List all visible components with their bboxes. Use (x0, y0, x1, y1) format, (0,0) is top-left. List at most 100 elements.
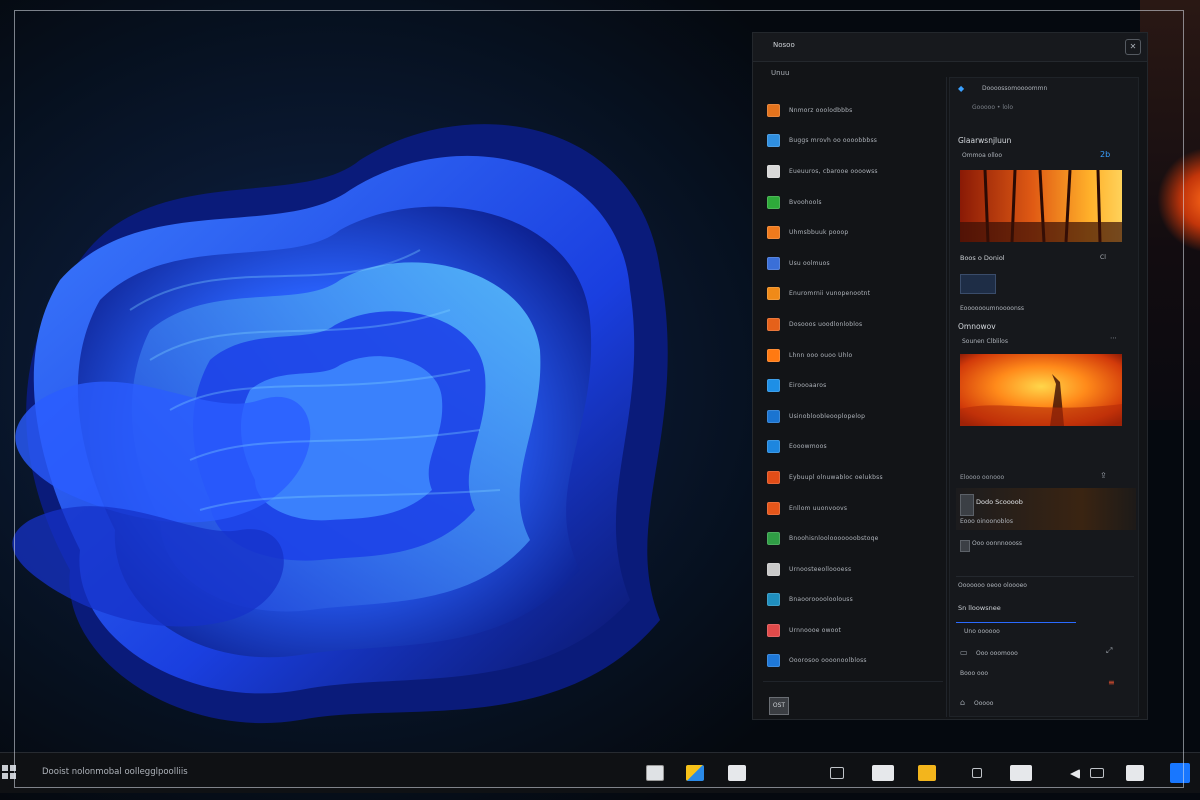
app-list-item[interactable]: Usu oolmuos (767, 248, 943, 279)
app-list-item[interactable]: Eooowmoos (767, 432, 943, 463)
panel-header: Nosoo ✕ (753, 33, 1147, 62)
card-title: Dodo Scoooob (976, 498, 1023, 506)
book-icon[interactable] (1010, 765, 1032, 781)
app-icon (767, 623, 780, 637)
app-list-item[interactable]: Usinobloobleooplopelop (767, 401, 943, 432)
app-list-item[interactable]: Bvoohools (767, 187, 943, 218)
small-caption: Eooooooumnoooonss (960, 305, 1025, 312)
app-label: Bvoohools (789, 198, 822, 206)
app-list-item[interactable]: Eueuuros, cbarooe oooowss (767, 156, 943, 187)
app-list-item[interactable]: Nnmorz ooolodbbbs (767, 95, 943, 126)
menu-icon[interactable]: ≡ (1108, 678, 1115, 687)
app-icon (767, 409, 780, 423)
app-list-item[interactable]: Urnnoooe owoot (767, 615, 943, 646)
divider-text: Ooooooo oeoo oloooeo (958, 582, 1027, 589)
window-icon[interactable] (1126, 765, 1144, 781)
app-list-item[interactable]: Enuromrnii vunopenootnt (767, 279, 943, 310)
list-footer-divider (763, 681, 943, 682)
app-list-item[interactable]: Bnaoorooooloolouss (767, 585, 943, 616)
row2-title[interactable]: Ooo ooomooo (976, 650, 1018, 657)
panel-title: Nosoo (773, 41, 795, 49)
app-list-item[interactable]: Enllom uuonvoovs (767, 493, 943, 524)
row2-sub: Booo ooo (960, 670, 989, 677)
app-label: Eueuuros, cbarooe oooowss (789, 167, 878, 175)
window-icon[interactable] (872, 765, 894, 781)
app-list-item[interactable]: Dosooos uoodlonloblos (767, 309, 943, 340)
app-icon (767, 654, 780, 668)
app-icon (767, 440, 780, 454)
app-list-item[interactable]: Bnoohisnloolooooooobstoqe (767, 523, 943, 554)
app-icon (767, 379, 780, 393)
desktop: Nosoo ✕ Unuu Nnmorz ooolodbbbs Buggs mrov… (0, 0, 1200, 800)
card-thumbnail (960, 494, 974, 516)
home-icon[interactable]: ⌂ (960, 698, 965, 707)
footer-label: Ooooo (974, 700, 994, 707)
app-label: Enuromrnii vunopenootnt (789, 290, 871, 298)
panel-divider (946, 77, 947, 717)
app-icon (767, 164, 780, 178)
more-icon[interactable]: ⋯ (1110, 334, 1117, 342)
expand-icon[interactable]: ⤢ (1106, 646, 1112, 656)
app-icon (767, 562, 780, 576)
app-list-item[interactable]: Uhmsbbuuk pooop (767, 217, 943, 248)
app-icon (767, 348, 780, 362)
app-icon (767, 501, 780, 515)
app-list-item[interactable]: Lhnn ooo ouoo Uhlo (767, 340, 943, 371)
detail-top-title: Doooossomoooommn (982, 85, 1048, 92)
app-icon (767, 532, 780, 546)
windows-start-icon[interactable] (2, 765, 16, 779)
taskbar: Dooist nolonmobal oollegglpoolliis (0, 752, 1200, 793)
app-label: Usu oolmuos (789, 259, 830, 267)
detail-divider (956, 576, 1134, 577)
app-icon (767, 317, 780, 331)
media-card[interactable]: Dodo Scoooob Eooo oinoonoblos (956, 488, 1136, 530)
folder-icon[interactable] (830, 767, 844, 779)
section2-sub: Sounen Clblilos (962, 338, 1008, 345)
app-icon (767, 103, 780, 117)
section2-title: Omnowov (958, 322, 996, 331)
taskbar-search[interactable]: Dooist nolonmobal oollegglpoolliis (42, 767, 188, 777)
app-label: Eooowmoos (789, 443, 827, 451)
app-label: Nnmorz ooolodbbbs (789, 106, 853, 114)
row1-title[interactable]: Sn lloowsnee (958, 604, 1001, 612)
image2-caption: Eloooo oonooo (960, 474, 1005, 481)
file-icon: ▭ (960, 648, 968, 657)
sticky-notes-icon[interactable] (918, 765, 936, 781)
display-icon[interactable] (1090, 768, 1104, 778)
app-list-item[interactable]: Ooorosoo oooonoolbloss (767, 646, 943, 677)
detail-top-sub: Gooooo • lolo (972, 104, 1014, 111)
app-icon (767, 195, 780, 209)
section1-sub: Ommoa olloo (962, 152, 1003, 159)
app-list-item[interactable]: Eybuupl olnuwabloc oelukbss (767, 462, 943, 493)
share-icon[interactable]: ⇪ (1100, 471, 1107, 480)
app-list-item[interactable]: Buggs mrovh oo oooobbbss (767, 126, 943, 157)
row1-sub: Uno oooooo (964, 628, 1000, 635)
speaker-icon[interactable] (1058, 769, 1080, 779)
file-explorer-icon[interactable] (646, 765, 664, 781)
wallpaper-bloom (12, 124, 668, 724)
app-label: Urnnoooe owoot (789, 626, 842, 634)
section1-title: Glaarwsnjluun (958, 136, 1012, 145)
app-label: Ooorosoo oooonoolbloss (789, 657, 867, 665)
card2-sub: Ooo oonnnoooss (972, 540, 1022, 547)
notification-icon[interactable] (1170, 763, 1190, 783)
app-list-item[interactable]: Urnoosteeolloooess (767, 554, 943, 585)
window-icon[interactable] (728, 765, 746, 781)
app-icon (767, 134, 780, 148)
app-label: Eiroooaaros (789, 382, 827, 390)
settings-icon[interactable]: OST (769, 697, 789, 715)
image1-caption-icon[interactable]: Cl (1100, 254, 1106, 261)
lock-icon[interactable] (972, 768, 982, 778)
app-icon (767, 226, 780, 240)
app-list: Nnmorz ooolodbbbs Buggs mrovh oo oooobbbs… (767, 95, 943, 676)
forest-image[interactable] (960, 170, 1122, 242)
fire-image[interactable] (960, 354, 1122, 426)
detail-pane: ◆ Doooossomoooommn Gooooo • lolo Glaarws… (949, 77, 1139, 717)
app-label: Lhnn ooo ouoo Uhlo (789, 351, 853, 359)
app-label: Buggs mrovh oo oooobbbss (789, 137, 878, 145)
close-icon[interactable]: ✕ (1125, 39, 1141, 55)
list-heading: Unuu (771, 69, 790, 77)
thumbnail[interactable] (960, 274, 996, 294)
store-icon[interactable] (686, 765, 704, 781)
app-list-item[interactable]: Eiroooaaros (767, 370, 943, 401)
